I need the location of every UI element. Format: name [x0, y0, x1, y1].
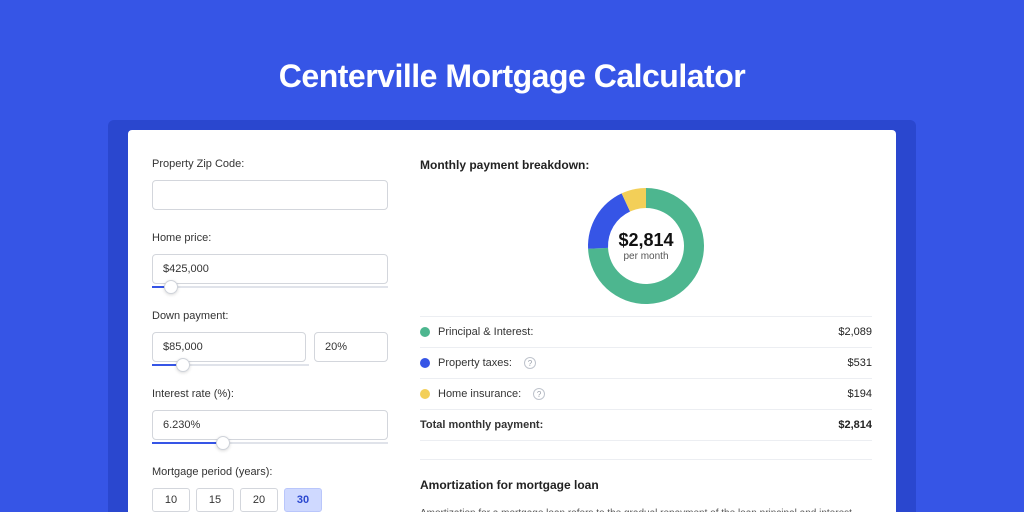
legend-value: $194 [848, 388, 872, 400]
down-payment-percent-input[interactable] [314, 332, 388, 362]
period-option-30[interactable]: 30 [284, 488, 322, 512]
legend-value: $531 [848, 357, 872, 369]
legend-row: Home insurance:? $194 [420, 379, 872, 410]
breakdown-heading: Monthly payment breakdown: [420, 158, 872, 172]
donut-amount: $2,814 [618, 230, 673, 251]
legend-label: Principal & Interest: [438, 326, 533, 338]
legend-total-row: Total monthly payment: $2,814 [420, 410, 872, 441]
period-label: Mortgage period (years): [152, 466, 388, 478]
donut-chart: $2,814 per month [420, 184, 872, 308]
legend-label: Home insurance: [438, 388, 521, 400]
page-title: Centerville Mortgage Calculator [0, 0, 1024, 95]
interest-slider[interactable] [152, 442, 388, 444]
zip-label: Property Zip Code: [152, 158, 388, 170]
total-label: Total monthly payment: [420, 419, 543, 431]
period-option-10[interactable]: 10 [152, 488, 190, 512]
interest-label: Interest rate (%): [152, 388, 388, 400]
zip-input[interactable] [152, 180, 388, 210]
amortization-text: Amortization for a mortgage loan refers … [420, 506, 872, 512]
down-payment-group: Down payment: [152, 310, 388, 366]
home-price-input[interactable] [152, 254, 388, 284]
legend-dot [420, 327, 430, 337]
slider-thumb[interactable] [176, 358, 190, 372]
legend-dot [420, 389, 430, 399]
calculator-card: Property Zip Code: Home price: Down paym… [128, 130, 896, 512]
amortization-section: Amortization for mortgage loan Amortizat… [420, 459, 872, 512]
down-payment-amount-input[interactable] [152, 332, 306, 362]
form-panel: Property Zip Code: Home price: Down paym… [128, 130, 410, 512]
period-group: Mortgage period (years): 10152030 [152, 466, 388, 512]
down-payment-label: Down payment: [152, 310, 388, 322]
legend-row: Property taxes:? $531 [420, 348, 872, 379]
legend-row: Principal & Interest: $2,089 [420, 317, 872, 348]
breakdown-panel: Monthly payment breakdown: $2,814 per mo… [410, 130, 896, 512]
home-price-label: Home price: [152, 232, 388, 244]
donut-sub: per month [618, 251, 673, 262]
info-icon[interactable]: ? [533, 388, 545, 400]
period-option-20[interactable]: 20 [240, 488, 278, 512]
total-value: $2,814 [838, 419, 872, 431]
down-payment-slider[interactable] [152, 364, 309, 366]
home-price-slider[interactable] [152, 286, 388, 288]
legend-value: $2,089 [838, 326, 872, 338]
slider-thumb[interactable] [216, 436, 230, 450]
zip-group: Property Zip Code: [152, 158, 388, 210]
legend: Principal & Interest: $2,089 Property taxe… [420, 316, 872, 441]
interest-input[interactable] [152, 410, 388, 440]
amortization-heading: Amortization for mortgage loan [420, 478, 872, 492]
interest-group: Interest rate (%): [152, 388, 388, 444]
donut-center: $2,814 per month [618, 230, 673, 262]
slider-thumb[interactable] [164, 280, 178, 294]
home-price-group: Home price: [152, 232, 388, 288]
period-option-15[interactable]: 15 [196, 488, 234, 512]
info-icon[interactable]: ? [524, 357, 536, 369]
legend-dot [420, 358, 430, 368]
legend-label: Property taxes: [438, 357, 512, 369]
